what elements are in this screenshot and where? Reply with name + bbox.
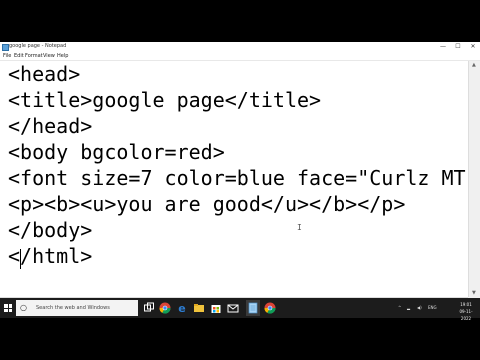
editor-line: </head> [8, 114, 93, 138]
start-button[interactable] [0, 298, 16, 318]
editor-line: <head> [8, 62, 81, 86]
close-button[interactable]: ✕ [467, 42, 479, 52]
language-indicator[interactable]: ENG [428, 298, 437, 318]
text-caret [20, 249, 21, 269]
notepad-window: google page - Notepad — ☐ ✕ File Edit Fo… [0, 42, 480, 318]
scroll-down-icon[interactable]: ▼ [472, 289, 476, 297]
window-title: google page - Notepad [9, 43, 67, 49]
chrome-icon[interactable] [159, 302, 171, 314]
editor-line: <p><b><u>you are good</u></b></p> [8, 192, 406, 216]
taskbar: ○ Search the web and Windows e ^ ▂ ◀) EN… [0, 298, 480, 321]
system-clock[interactable]: 19:01 09-11-2022 [455, 301, 477, 322]
editor-line: </body> [8, 218, 93, 242]
menu-help[interactable]: Help [57, 52, 68, 60]
editor-line: <title>google page</title> [8, 88, 322, 112]
menu-view[interactable]: View [43, 52, 55, 60]
mail-icon[interactable] [227, 302, 239, 314]
title-bar[interactable]: google page - Notepad — ☐ ✕ [0, 42, 480, 52]
edge-icon[interactable]: e [176, 302, 188, 314]
search-placeholder: Search the web and Windows [36, 305, 110, 311]
task-view-icon[interactable] [143, 302, 155, 314]
scroll-up-icon[interactable]: ▲ [472, 61, 476, 69]
svg-text:e: e [178, 302, 185, 314]
chrome-icon[interactable] [264, 302, 276, 314]
text-editor[interactable]: <head> <title>google page</title> </head… [0, 61, 468, 297]
windows-logo-icon [4, 304, 12, 312]
menu-format[interactable]: Format [25, 52, 43, 60]
maximize-button[interactable]: ☐ [452, 42, 464, 52]
notepad-taskbar-icon[interactable] [246, 300, 260, 316]
store-icon[interactable] [210, 302, 222, 314]
volume-icon[interactable]: ◀) [417, 298, 422, 318]
menu-edit[interactable]: Edit [14, 52, 24, 60]
network-icon[interactable]: ▂ [407, 298, 410, 318]
clock-date: 09-11-2022 [459, 309, 473, 321]
vertical-scrollbar[interactable]: ▲ ▼ [468, 61, 480, 297]
editor-line: <body bgcolor=red> [8, 140, 225, 164]
notepad-icon [2, 44, 9, 51]
file-explorer-icon[interactable] [193, 302, 205, 314]
minimize-button[interactable]: — [437, 42, 449, 52]
menu-file[interactable]: File [3, 52, 11, 60]
taskbar-search[interactable]: ○ Search the web and Windows [16, 300, 138, 316]
clock-time: 19:01 [460, 302, 472, 307]
mouse-ibeam-icon: I [297, 223, 302, 232]
editor-line: <font size=7 color=blue face="Curlz MT [8, 166, 466, 190]
tray-chevron-icon[interactable]: ^ [398, 298, 401, 318]
menu-bar: File Edit Format View Help [0, 52, 480, 61]
search-icon: ○ [20, 303, 27, 312]
